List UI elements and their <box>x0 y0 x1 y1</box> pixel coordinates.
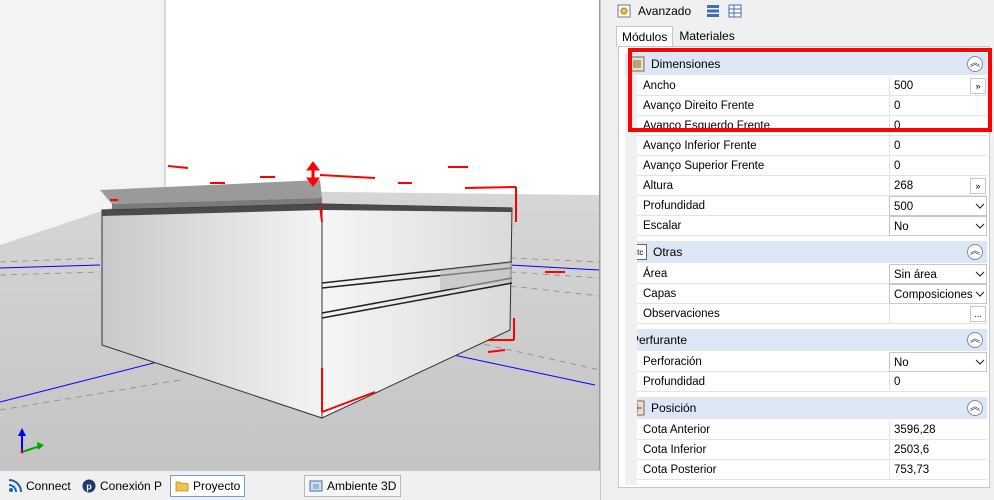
bottom-tab-bar: Connect p Conexión P Proyecto Ambiente 3… <box>0 470 600 500</box>
collapse-icon[interactable]: ︽ <box>967 332 983 348</box>
chevron-down-icon[interactable] <box>975 201 985 211</box>
property-row-avanco-inferior-frente[interactable]: Avanço Inferior Frente 0 <box>637 136 987 156</box>
expand-button[interactable]: » <box>970 178 986 194</box>
property-label: Observaciones <box>643 308 720 320</box>
section-title: Dimensiones <box>651 57 721 71</box>
property-row-avanco-superior-frente[interactable]: Avanço Superior Frente 0 <box>637 156 987 176</box>
property-row-ancho[interactable]: Ancho 500 » <box>637 76 987 96</box>
property-value[interactable]: 0 <box>889 136 987 156</box>
property-value[interactable]: 3596,28 <box>889 420 987 440</box>
property-row-escalar[interactable]: Escalar No <box>637 216 987 236</box>
property-row-perforacion[interactable]: Perforación No <box>637 352 987 372</box>
tab-ambiente-3d-label: Ambiente 3D <box>327 479 397 493</box>
property-row-avanco-esquerdo-frente[interactable]: Avanço Esquerdo Frente 0 <box>637 116 987 136</box>
property-row-observaciones[interactable]: Observaciones ... <box>637 304 987 324</box>
property-row-capas[interactable]: Capas Composiciones <box>637 284 987 304</box>
tab-ambiente-3d[interactable]: Ambiente 3D <box>304 475 402 497</box>
property-label: Cota Anterior <box>643 424 711 436</box>
property-label: Escalar <box>643 220 682 232</box>
property-value[interactable]: 0 <box>889 156 987 176</box>
tab-proyecto[interactable]: Proyecto <box>170 475 246 497</box>
section-perfurante[interactable]: Perfurante ︽ <box>625 329 987 351</box>
chevron-down-icon[interactable] <box>975 357 985 367</box>
collapse-icon[interactable]: ︽ <box>967 56 983 72</box>
chevron-down-icon[interactable] <box>975 269 985 279</box>
property-grid: Dimensiones ︽ Ancho 500 » Avanço Direito… <box>618 46 990 488</box>
property-value[interactable]: 500 <box>889 196 987 216</box>
svg-text:p: p <box>86 482 92 492</box>
property-value[interactable]: 0 <box>889 372 987 392</box>
property-label: Profundidad <box>643 200 706 212</box>
tab-conexion-p[interactable]: p Conexión P <box>78 475 166 497</box>
panel-tabs: Módulos Materiales <box>616 26 741 47</box>
tab-connect[interactable]: Connect <box>4 475 75 497</box>
property-label: Altura <box>643 180 674 192</box>
property-row-area[interactable]: Área Sin área <box>637 264 987 284</box>
properties-panel: Avanzado Módulos Materiales Dimensiones … <box>608 0 994 500</box>
collapse-icon[interactable]: ︽ <box>967 400 983 416</box>
property-label: Profundidad <box>643 376 706 388</box>
property-label: Avanço Inferior Frente <box>643 140 757 152</box>
grid-gutter <box>625 75 637 485</box>
property-label: Ancho <box>643 80 676 92</box>
list-view-icon[interactable] <box>705 3 721 19</box>
table-view-icon[interactable] <box>727 3 743 19</box>
tab-materiales[interactable]: Materiales <box>673 26 740 46</box>
tab-conexion-p-label: Conexión P <box>100 479 163 493</box>
3d-view-icon <box>309 479 323 493</box>
property-label: Avanço Direito Frente <box>643 100 755 112</box>
property-row-profundidad-perforacion[interactable]: Profundidad 0 <box>637 372 987 392</box>
panel-toolbar: Avanzado <box>608 0 994 22</box>
expand-button[interactable]: » <box>970 78 986 94</box>
p-logo-icon: p <box>82 479 96 493</box>
section-dimensiones[interactable]: Dimensiones ︽ <box>625 53 987 75</box>
section-title: Perfurante <box>631 333 688 347</box>
property-value[interactable]: No <box>889 352 987 372</box>
property-label: Avanço Esquerdo Frente <box>643 120 771 132</box>
property-label: Cota Inferior <box>643 444 707 456</box>
property-value[interactable]: Sin área <box>889 264 987 284</box>
rss-icon <box>8 479 22 493</box>
section-otras[interactable]: etc Otras ︽ <box>625 241 987 263</box>
panel-splitter[interactable] <box>600 0 608 500</box>
property-row-cota-anterior[interactable]: Cota Anterior 3596,28 <box>637 420 987 440</box>
property-label: Área <box>643 268 668 280</box>
panel-title: Avanzado <box>638 4 692 18</box>
property-row-avanco-direito-frente[interactable]: Avanço Direito Frente 0 <box>637 96 987 116</box>
folder-icon <box>175 479 189 493</box>
property-value[interactable]: 753,73 <box>889 460 987 480</box>
property-row-profundidad[interactable]: Profundidad 500 <box>637 196 987 216</box>
property-label: Cota Posterior <box>643 464 717 476</box>
property-label: Avanço Superior Frente <box>643 160 765 172</box>
tab-proyecto-label: Proyecto <box>193 479 241 493</box>
property-row-altura[interactable]: Altura 268 » <box>637 176 987 196</box>
section-posicion[interactable]: Posición ︽ <box>625 397 987 419</box>
section-title: Otras <box>653 245 683 259</box>
property-label: Capas <box>643 288 677 300</box>
chevron-down-icon[interactable] <box>975 221 985 231</box>
tab-connect-label: Connect <box>26 479 71 493</box>
property-value[interactable]: 0 <box>889 116 987 136</box>
property-row-cota-posterior[interactable]: Cota Posterior 753,73 <box>637 460 987 480</box>
section-title: Posición <box>651 401 697 415</box>
property-value[interactable]: No <box>889 216 987 236</box>
property-value[interactable]: 0 <box>889 96 987 116</box>
3d-viewport[interactable] <box>0 0 600 470</box>
property-value[interactable]: Composiciones <box>889 284 987 304</box>
property-row-cota-inferior[interactable]: Cota Inferior 2503,6 <box>637 440 987 460</box>
property-label: Perforación <box>643 356 702 368</box>
module-icon <box>629 56 645 72</box>
collapse-icon[interactable]: ︽ <box>967 244 983 260</box>
property-value[interactable]: 2503,6 <box>889 440 987 460</box>
avanzado-icon[interactable] <box>616 3 632 19</box>
chevron-down-icon[interactable] <box>975 289 985 299</box>
ellipsis-button[interactable]: ... <box>970 306 986 322</box>
tab-modulos[interactable]: Módulos <box>616 26 674 47</box>
